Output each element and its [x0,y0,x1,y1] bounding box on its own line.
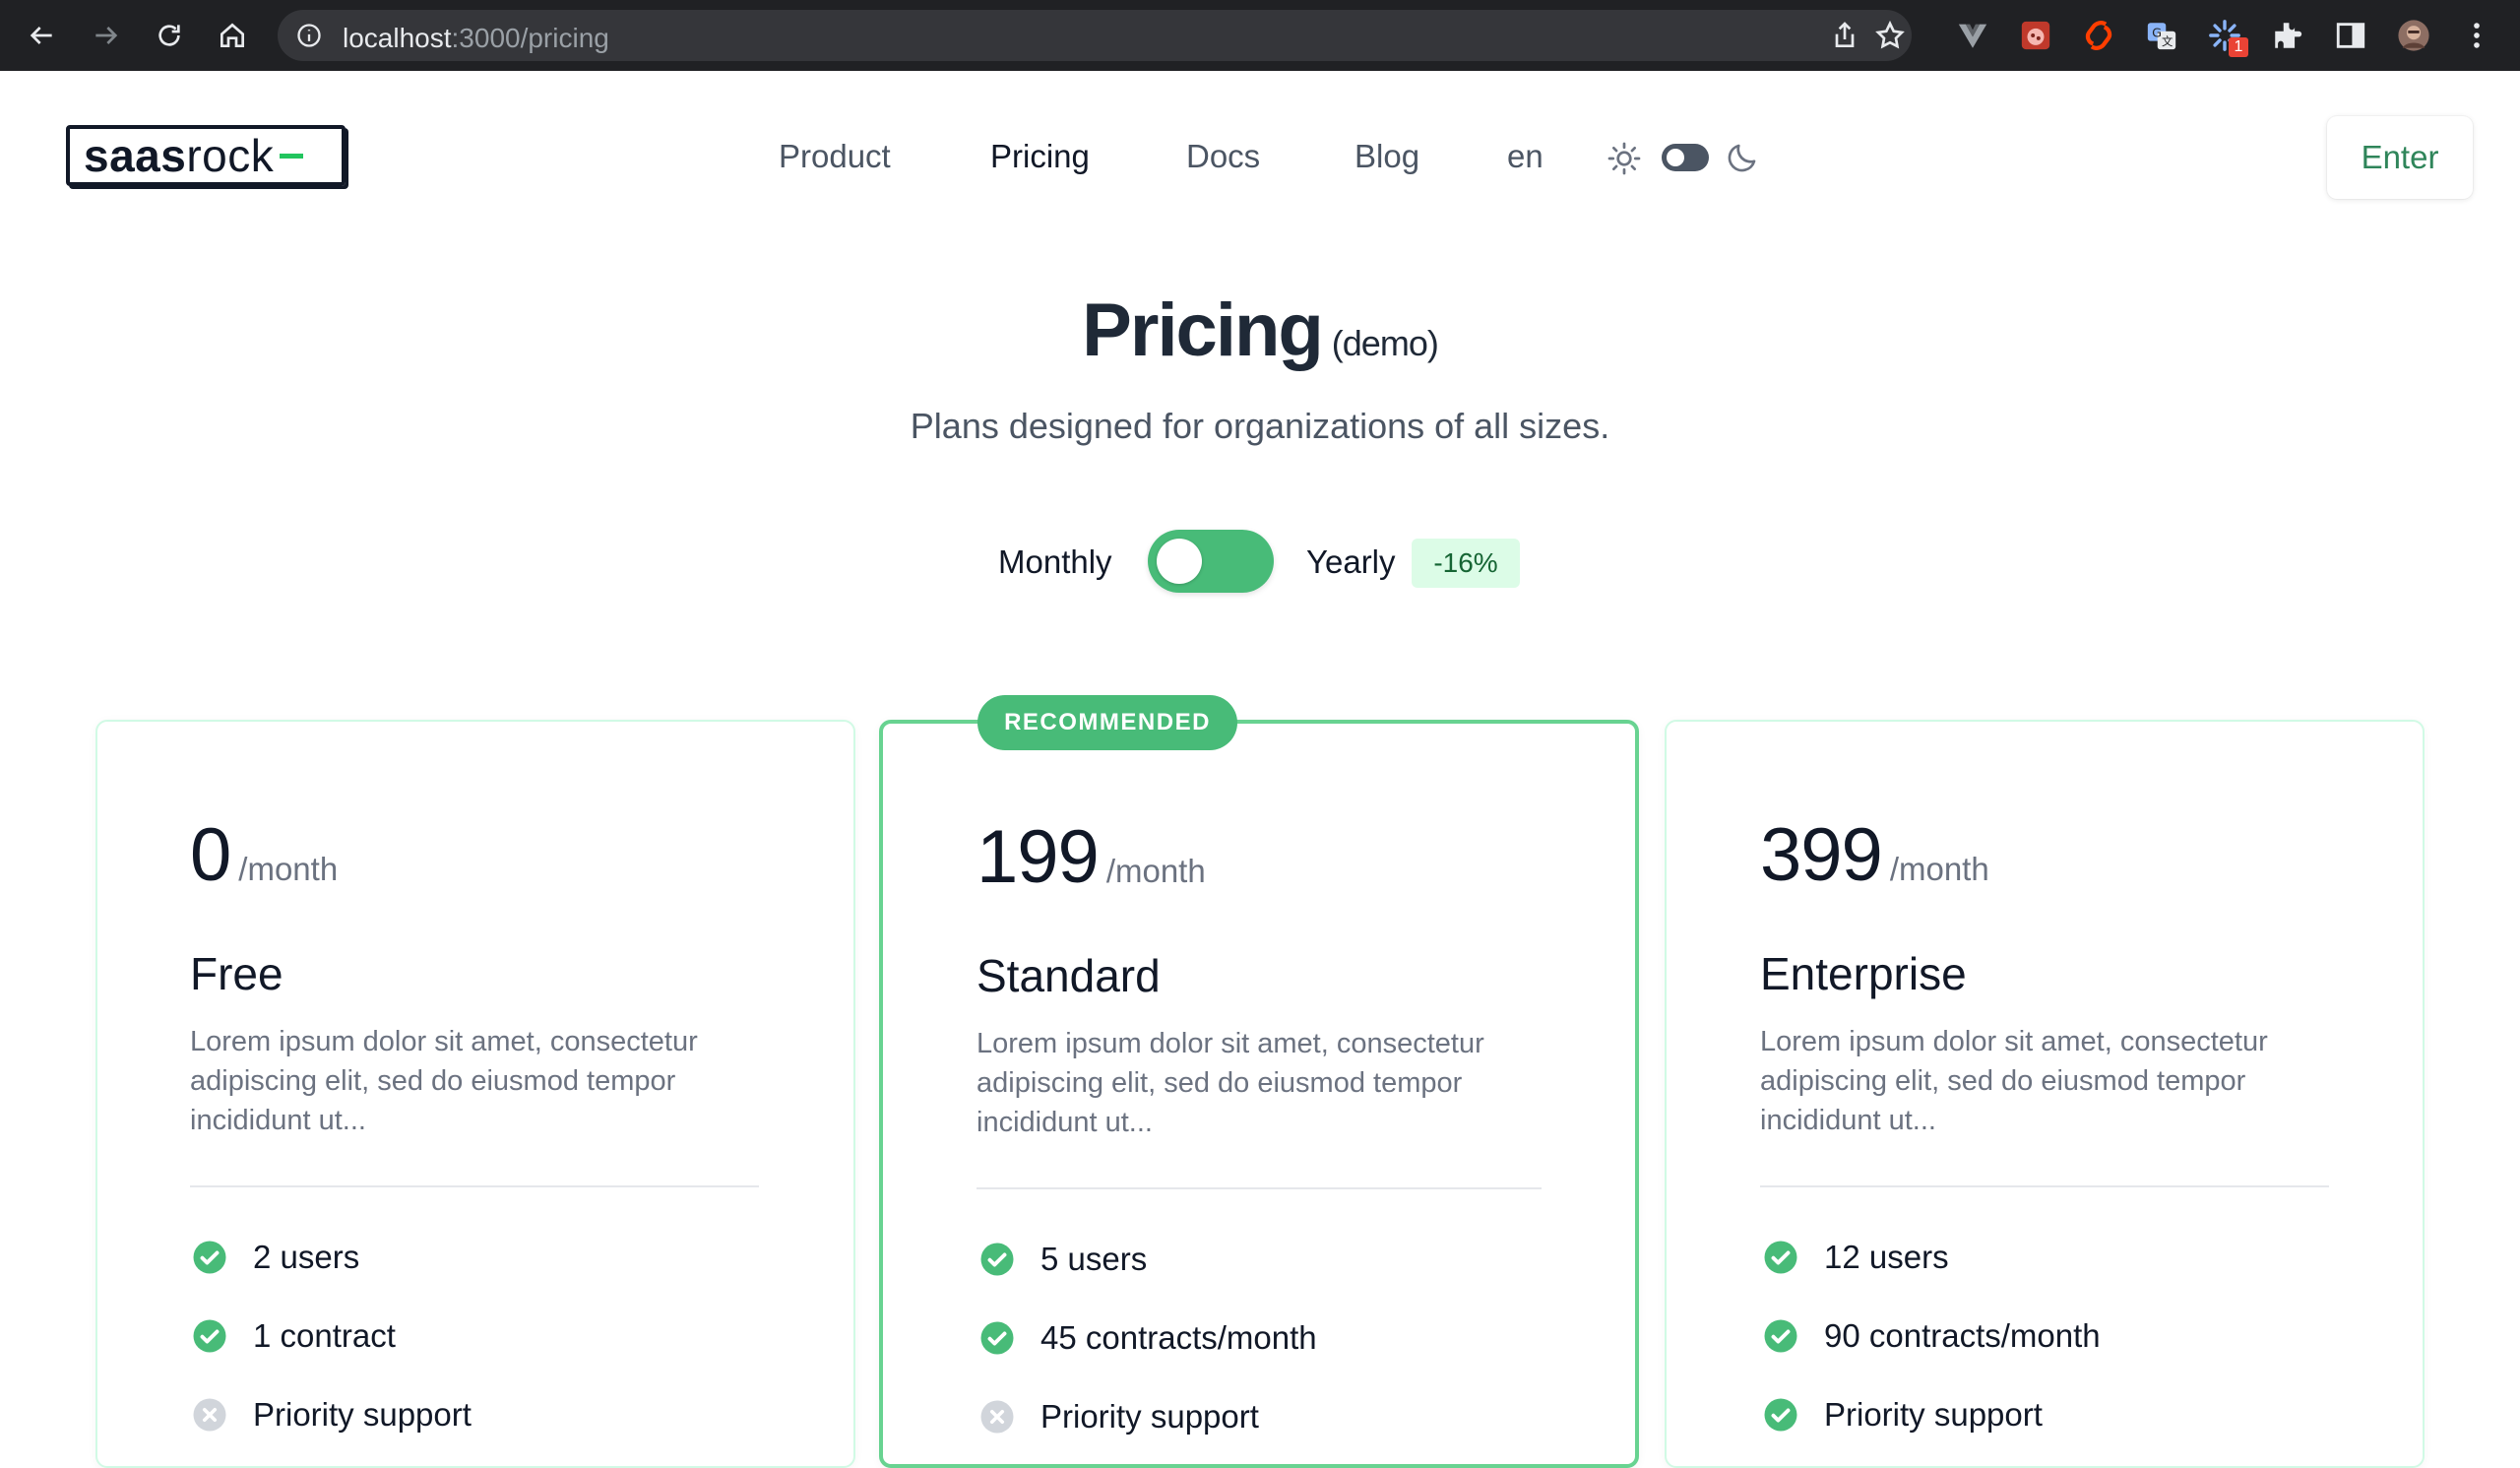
ladybug-extension-icon[interactable] [2016,16,2055,55]
check-circle-icon [980,1243,1014,1276]
check-circle-icon [1764,1319,1797,1353]
feature-item: 2 users [192,1239,359,1276]
feature-item: 1 contract [192,1317,396,1355]
extension-badge: 1 [2229,37,2248,57]
plan-divider [1760,1185,2329,1187]
bookmark-star-icon[interactable] [1874,20,1906,51]
nav-link-blog[interactable]: Blog [1354,138,1419,175]
page-title-text: Pricing [1082,288,1324,372]
theme-toggle[interactable] [1662,144,1709,171]
plan-price: 199/month [976,815,1206,899]
billing-period-toggle[interactable] [1148,530,1274,593]
kebab-menu-icon[interactable] [2457,16,2496,55]
plan-price: 399/month [1760,813,1989,897]
svg-text:文: 文 [2162,34,2173,48]
profile-avatar-icon[interactable] [2394,16,2433,55]
loader-extension-icon[interactable]: 1 [2205,16,2248,57]
translate-extension-icon[interactable]: G文 [2142,16,2181,55]
plan-divider [190,1185,759,1187]
url-text[interactable]: localhost:3000/pricing [343,23,609,54]
language-selector[interactable]: en [1507,138,1544,175]
theme-toggle-knob [1667,149,1684,166]
site-info-icon[interactable] [295,22,323,49]
x-circle-icon [980,1400,1014,1434]
plan-name: Enterprise [1760,948,1967,999]
feature-item: 12 users [1763,1239,1949,1276]
browser-toolbar: localhost:3000/pricing G文 1 [0,0,2520,71]
check-circle-icon [1764,1241,1797,1274]
puzzle-extensions-icon[interactable] [2268,16,2307,55]
check-circle-icon [193,1319,226,1353]
check-circle-icon [193,1241,226,1274]
billing-period-switcher: Monthly Yearly -16% [0,527,2520,596]
page-title: Pricing (demo) [0,287,2520,373]
x-circle-icon [193,1398,226,1432]
side-panel-icon[interactable] [2331,16,2370,55]
page-title-suffix: (demo) [1331,323,1439,363]
main-nav: Product Pricing Docs Blog en [0,138,2520,177]
svg-text:G: G [2152,26,2162,40]
enter-button[interactable]: Enter [2327,116,2473,199]
forward-arrow-icon[interactable] [85,14,128,57]
plan-divider [976,1187,1542,1189]
feature-item: Priority support [1763,1396,2043,1434]
moon-icon[interactable] [1725,140,1760,175]
check-circle-icon [1764,1398,1797,1432]
back-arrow-icon[interactable] [20,14,63,57]
feature-item: 45 contracts/month [979,1319,1317,1357]
reload-icon[interactable] [148,14,191,57]
vue-devtools-icon[interactable] [1953,16,1992,55]
nav-link-pricing[interactable]: Pricing [990,138,1090,175]
share-icon[interactable] [1829,20,1860,51]
page-subtitle: Plans designed for organizations of all … [910,406,1610,446]
plan-price: 0/month [190,813,339,897]
check-circle-icon [980,1321,1014,1355]
yearly-discount-badge: -16% [1412,539,1520,588]
yearly-label[interactable]: Yearly [1306,543,1396,581]
home-icon[interactable] [211,14,254,57]
nav-link-docs[interactable]: Docs [1186,138,1260,175]
billing-toggle-knob [1157,539,1202,584]
nav-link-product[interactable]: Product [779,138,891,175]
feature-item: 90 contracts/month [1763,1317,2101,1355]
monthly-label[interactable]: Monthly [998,543,1112,581]
address-bar[interactable]: localhost:3000/pricing [278,10,1912,61]
svelte-extension-icon[interactable] [2079,16,2118,55]
feature-item: Priority support [192,1396,472,1434]
plan-description: Lorem ipsum dolor sit amet, consectetur … [1760,1026,2268,1136]
plan-description: Lorem ipsum dolor sit amet, consectetur … [976,1028,1484,1138]
plan-name: Standard [976,950,1161,1001]
feature-item: 5 users [979,1241,1147,1278]
feature-item: Priority support [979,1398,1259,1436]
plan-description: Lorem ipsum dolor sit amet, consectetur … [190,1026,698,1136]
plan-name: Free [190,948,284,999]
sun-icon[interactable] [1606,141,1642,176]
recommended-badge: RECOMMENDED [977,695,1237,750]
